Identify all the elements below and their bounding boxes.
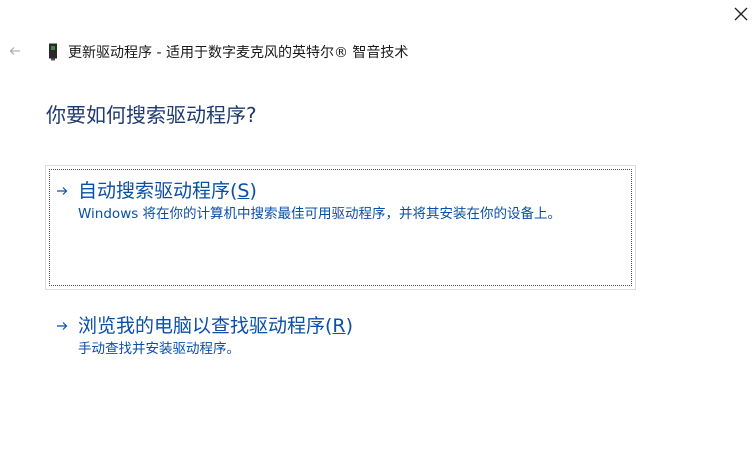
page-heading: 你要如何搜索驱动程序? <box>46 103 257 127</box>
arrow-right-icon <box>56 179 70 203</box>
access-key: S <box>237 180 250 202</box>
close-icon <box>734 7 748 21</box>
back-arrow-icon <box>9 47 20 55</box>
auto-search-title: 自动搜索驱动程序(S) <box>78 180 257 202</box>
close-button[interactable] <box>726 0 756 28</box>
browse-computer-title: 浏览我的电脑以查找驱动程序(R) <box>78 315 354 337</box>
back-button[interactable] <box>6 42 24 60</box>
browse-computer-option[interactable]: 浏览我的电脑以查找驱动程序(R) 手动查找并安装驱动程序。 <box>56 314 353 360</box>
browse-computer-description: 手动查找并安装驱动程序。 <box>78 341 240 357</box>
auto-search-description: Windows 将在你的计算机中搜索最佳可用驱动程序，并将其安装在你的设备上。 <box>78 206 562 222</box>
window-title-bar: 更新驱动程序 - 适用于数字麦克风的英特尔® 智音技术 <box>46 42 408 62</box>
auto-search-option[interactable]: 自动搜索驱动程序(S) Windows 将在你的计算机中搜索最佳可用驱动程序，并… <box>56 179 561 225</box>
access-key: R <box>332 315 346 337</box>
window-title: 更新驱动程序 - 适用于数字麦克风的英特尔® 智音技术 <box>68 45 409 61</box>
device-icon <box>46 43 60 61</box>
arrow-right-icon <box>56 314 70 338</box>
